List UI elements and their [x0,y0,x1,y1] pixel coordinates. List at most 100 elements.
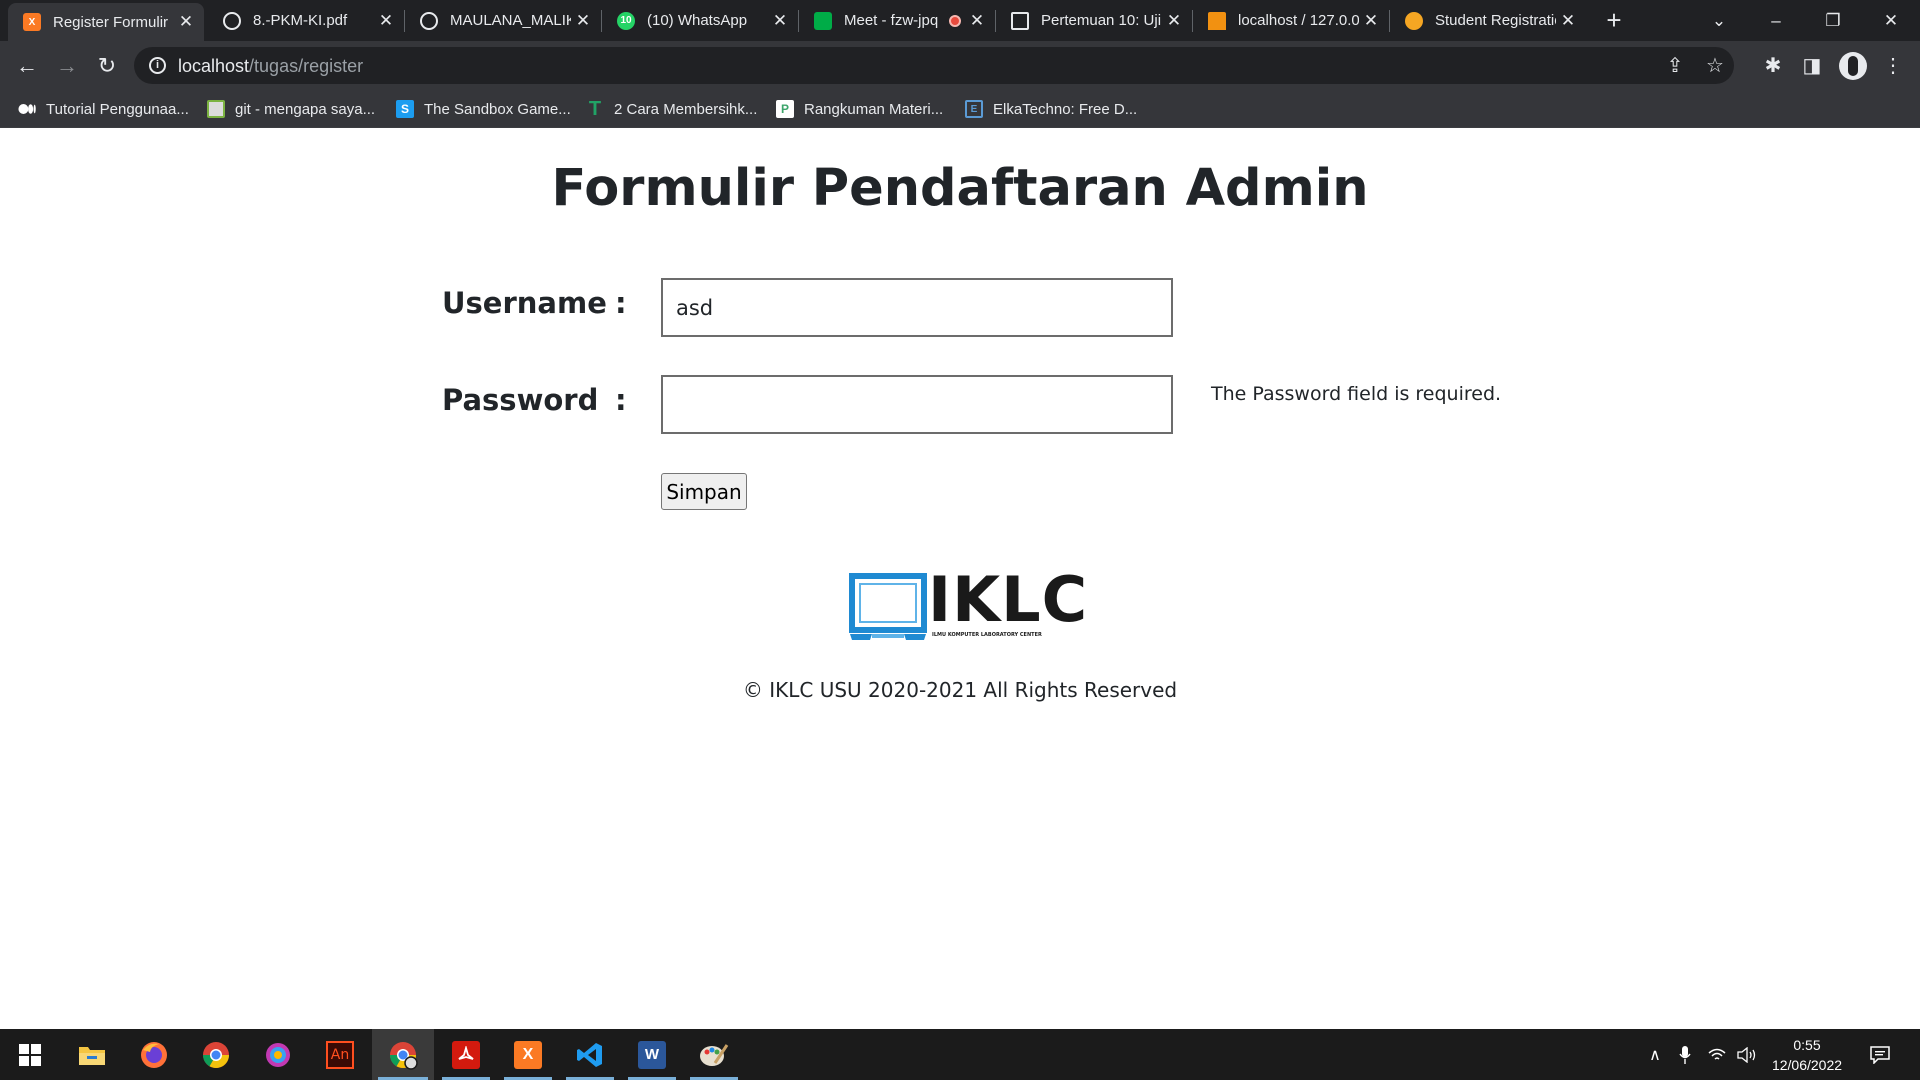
close-icon[interactable]: ✕ [571,11,595,31]
side-panel-icon[interactable]: ◨ [1795,49,1829,83]
bookmark-label: Rangkuman Materi... [804,100,944,118]
tab-title: Student Registration [1435,12,1556,29]
tab-maulana[interactable]: MAULANA_MALIK ✕ [405,0,601,41]
profile-avatar[interactable] [1839,52,1867,80]
microphone-icon[interactable] [1670,1029,1700,1080]
password-input[interactable] [661,375,1173,434]
address-bar[interactable]: i localhost/tugas/register ⇪ ☆ [134,47,1734,84]
tab-pkm-pdf[interactable]: 8.-PKM-KI.pdf ✕ [208,0,404,41]
restore-button[interactable]: ❐ [1804,0,1862,41]
bookmark-label: ElkaTechno: Free D... [993,100,1138,118]
close-icon[interactable]: ✕ [174,12,198,32]
close-icon[interactable]: ✕ [1556,11,1580,31]
password-colon: : [615,383,627,417]
clock-date: 12/06/2022 [1771,1057,1843,1073]
paint-3d-button[interactable] [248,1029,308,1080]
recording-icon [949,14,961,27]
share-icon[interactable]: ⇪ [1662,53,1688,79]
chrome-profile-button[interactable] [372,1029,434,1080]
bookmark-item[interactable]: T 2 Cara Membersihk... [586,97,758,120]
file-explorer-button[interactable] [62,1029,122,1080]
whatsapp-icon: 10 [617,11,635,30]
word-icon: W [638,1040,666,1069]
username-label: Username [442,286,607,320]
close-icon[interactable]: ✕ [1162,11,1186,31]
chrome-button[interactable] [186,1029,246,1080]
acrobat-icon [452,1040,480,1069]
phpmyadmin-icon [1208,11,1226,30]
globe-icon [420,11,438,30]
tab-title: Pertemuan 10: Uji [1041,12,1162,29]
tab-pertemuan[interactable]: Pertemuan 10: Uji ✕ [996,0,1192,41]
file-explorer-icon [79,1046,105,1065]
tab-title: MAULANA_MALIK [450,12,571,29]
bookmark-item[interactable]: E ElkaTechno: Free D... [965,98,1137,120]
page-title: Formulir Pendaftaran Admin [551,159,1369,218]
tab-phpmyadmin[interactable]: localhost / 127.0.0 ✕ [1193,0,1389,41]
tab-student-registration[interactable]: Student Registration ✕ [1390,0,1586,41]
forward-button[interactable]: → [50,49,84,83]
close-icon[interactable]: ✕ [374,11,398,31]
footer-copyright: © IKLC USU 2020-2021 All Rights Reserved [742,678,1178,702]
iklc-logo-text: IKLC [928,563,1089,636]
xampp-icon: X [514,1040,542,1069]
simpan-button[interactable]: Simpan [661,473,747,510]
xampp-button[interactable]: X [498,1029,558,1080]
paint-button[interactable] [684,1029,744,1080]
browser-toolbar: ← → ↻ i localhost/tugas/register ⇪ ☆ ✱ ◨… [0,41,1920,90]
notification-center-icon[interactable] [1862,1029,1898,1080]
wifi-icon[interactable] [1702,1029,1732,1080]
tab-whatsapp[interactable]: 10 (10) WhatsApp ✕ [602,0,798,41]
bookmark-label: git - mengapa saya... [235,100,376,118]
iklc-logo-subtext: ILMU KOMPUTER LABORATORY CENTER [932,632,1042,638]
animate-icon: An [326,1040,354,1069]
bookmark-label: Tutorial Penggunaa... [46,100,189,118]
menu-icon[interactable]: ⋮ [1876,49,1910,83]
bookmark-label: The Sandbox Game... [424,100,571,118]
firefox-button[interactable] [124,1029,184,1080]
close-icon[interactable]: ✕ [1359,11,1383,31]
username-input[interactable] [661,278,1173,337]
meet-icon [814,11,832,30]
vscode-icon [577,1042,602,1067]
tab-title: (10) WhatsApp [647,12,748,29]
classroom-icon [1011,11,1029,30]
minimize-button[interactable]: – [1747,0,1805,41]
tab-meet[interactable]: Meet - fzw-jpq ✕ [799,0,995,41]
vscode-button[interactable] [560,1029,620,1080]
close-icon[interactable]: ✕ [965,11,989,31]
reload-button[interactable]: ↻ [90,49,124,83]
back-button[interactable]: ← [10,49,44,83]
tab-register-formulir[interactable]: X Register Formulir ✕ [8,3,204,41]
doc-icon: P [776,100,794,118]
bookmark-label: 2 Cara Membersihk... [614,100,758,118]
t-icon: T [588,97,602,120]
tab-search-button[interactable]: ⌄ [1690,0,1748,41]
password-label: Password [442,383,599,417]
page-icon [207,100,225,118]
bookmark-item[interactable]: P Rangkuman Materi... [776,98,943,120]
new-tab-button[interactable]: + [1598,4,1630,36]
close-window-button[interactable]: ✕ [1862,0,1920,41]
show-hidden-icons-button[interactable]: ∧ [1640,1029,1670,1080]
extensions-icon[interactable]: ✱ [1756,49,1790,83]
animate-button[interactable]: An [310,1029,370,1080]
password-error-message: The Password field is required. [1211,383,1502,405]
word-button[interactable]: W [622,1029,682,1080]
windows-start-button[interactable] [0,1029,60,1080]
volume-icon[interactable] [1732,1029,1762,1080]
firefox-icon [141,1041,167,1068]
bookmark-star-icon[interactable]: ☆ [1702,53,1728,79]
bookmark-item[interactable]: S The Sandbox Game... [396,98,571,120]
tab-title: 8.-PKM-KI.pdf [253,12,348,29]
globe-icon [223,11,241,30]
close-icon[interactable]: ✕ [768,11,792,31]
acrobat-button[interactable] [436,1029,496,1080]
site-info-icon[interactable]: i [149,57,166,74]
bookmark-item[interactable]: git - mengapa saya... [207,98,375,120]
bookmark-item[interactable]: Tutorial Penggunaa... [18,98,189,120]
moodle-icon [1405,11,1423,30]
windows-taskbar: An X W ∧ 0:55 12/06/2022 [0,1029,1920,1080]
url-text[interactable]: localhost/tugas/register [178,56,363,77]
taskbar-clock[interactable]: 0:55 12/06/2022 [1762,1035,1852,1075]
